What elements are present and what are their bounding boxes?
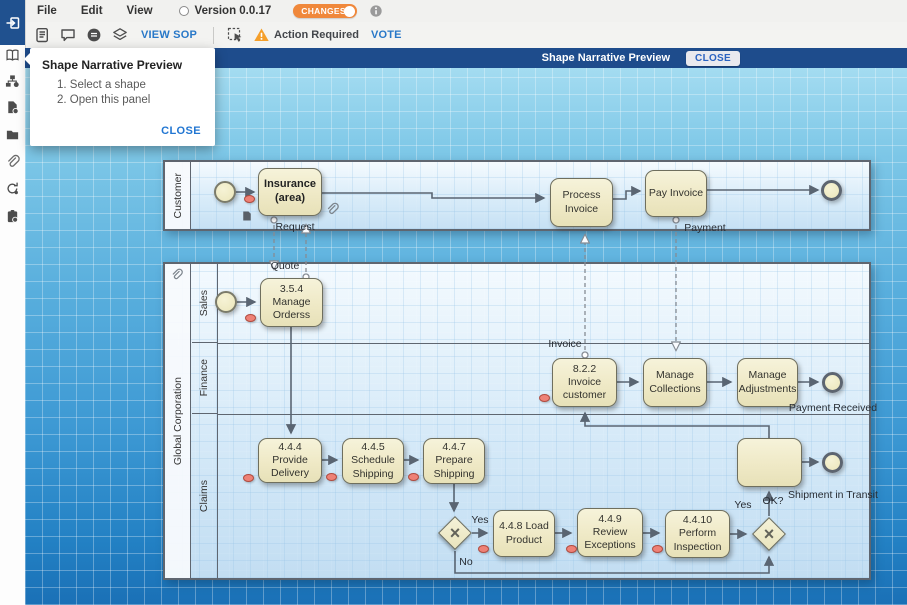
lane-claims-label-cell: Claims <box>192 414 218 578</box>
end-event-customer[interactable] <box>821 180 842 201</box>
menu-view[interactable]: View <box>115 5 165 17</box>
task-manage-adjustments[interactable]: Manage Adjustments <box>737 358 798 407</box>
flow-label-no: No <box>453 556 479 569</box>
export-panel-button[interactable] <box>0 0 25 45</box>
start-event-sales[interactable] <box>215 291 237 313</box>
status-badge <box>326 473 337 481</box>
status-badge <box>539 394 550 402</box>
task-manage-orders[interactable]: 3.5.4 Manage Orderss <box>260 278 323 327</box>
flow-label-payment-received: Payment Received <box>777 402 889 415</box>
panel-close-button[interactable]: CLOSE <box>686 51 740 66</box>
action-required-label: Action Required <box>274 29 359 41</box>
task-process-invoice[interactable]: Process Invoice <box>550 178 613 227</box>
status-badge <box>245 314 256 322</box>
lane-divider <box>218 414 870 415</box>
attachment-icon <box>325 202 339 221</box>
flow-label-yes2: Yes <box>729 499 757 512</box>
flow-label-payment: Payment <box>675 222 735 235</box>
task-manage-collections[interactable]: Manage Collections <box>643 358 707 407</box>
vote-button[interactable]: VOTE <box>371 29 402 41</box>
task-provide-delivery[interactable]: 4.4.4 Provide Delivery <box>258 438 322 483</box>
task-review-exceptions[interactable]: 4.4.9 Review Exceptions <box>577 508 643 557</box>
popup-step-1: 1. Select a shape <box>57 79 215 91</box>
lane-claims-label: Claims <box>198 480 210 512</box>
layers-icon[interactable] <box>111 26 129 44</box>
end-event-shipment[interactable] <box>822 452 843 473</box>
view-sop-button[interactable]: VIEW SOP <box>141 29 197 41</box>
process-map-icon[interactable] <box>5 74 20 89</box>
select-shape-icon[interactable] <box>226 26 244 44</box>
info-icon[interactable] <box>367 2 385 20</box>
task-invoice-customer[interactable]: 8.2.2 Invoice customer <box>552 358 617 407</box>
attachment-icon <box>170 268 183 281</box>
toolbar: VIEW SOP Action Required VOTE <box>25 22 907 49</box>
lane-label-column: Sales Finance Claims <box>192 264 218 578</box>
changes-toggle[interactable]: CHANGES <box>293 4 357 18</box>
changes-label: CHANGES <box>301 6 346 16</box>
status-badge <box>652 545 663 553</box>
clipboard-settings-icon[interactable] <box>5 209 20 224</box>
export-icon <box>5 15 21 31</box>
status-badge <box>243 474 254 482</box>
status-badge <box>244 195 255 203</box>
shape-narrative-icon[interactable] <box>5 48 20 63</box>
flow-label-quote: Quote <box>261 260 309 273</box>
task-insurance[interactable]: Insurance (area) <box>258 168 322 216</box>
flow-label-ok: OK? <box>757 495 789 508</box>
flow-label-request: Request <box>268 221 322 234</box>
start-event-customer[interactable] <box>214 181 236 203</box>
notes-icon[interactable] <box>33 26 51 44</box>
document-attachment-icon <box>241 209 253 227</box>
warning-icon <box>252 26 270 44</box>
left-sidebar <box>0 0 26 605</box>
link-icon[interactable] <box>5 154 20 169</box>
flow-label-yes: Yes <box>465 514 495 527</box>
flow-label-shipment-in-transit: Shipment in Transit <box>788 489 878 502</box>
pool-customer-label-strip: Customer <box>165 162 191 229</box>
version-label: Version 0.0.17 <box>195 5 272 17</box>
lane-finance-label: Finance <box>198 359 210 396</box>
document-settings-icon[interactable] <box>5 100 20 115</box>
task-load-product[interactable]: 4.4.8 Load Product <box>493 510 555 557</box>
shape-narrative-popup: Shape Narrative Preview 1. Select a shap… <box>30 48 215 146</box>
menu-bar: File Edit View Version 0.0.17 CHANGES <box>25 0 907 23</box>
pool-global-label: Global Corporation <box>172 377 184 465</box>
comment-icon[interactable] <box>59 26 77 44</box>
status-badge <box>408 473 419 481</box>
end-event-payment-received[interactable] <box>822 372 843 393</box>
bpmn-canvas[interactable]: Customer Global Corporation Sales Financ… <box>25 68 907 605</box>
task-schedule-shipping[interactable]: 4.4.5 Schedule Shipping <box>342 438 404 484</box>
status-badge <box>478 545 489 553</box>
lane-finance-label-cell: Finance <box>192 343 218 414</box>
gateway-x-icon: × <box>444 522 466 544</box>
folder-icon[interactable] <box>5 127 20 142</box>
popup-title: Shape Narrative Preview <box>30 48 215 79</box>
changes-toggle-knob <box>344 6 355 17</box>
gateway-x-icon: × <box>758 523 780 545</box>
task-prepare-shipping[interactable]: 4.4.7 Prepare Shipping <box>423 438 485 484</box>
menu-file[interactable]: File <box>25 5 69 17</box>
menu-edit[interactable]: Edit <box>69 5 115 17</box>
version-indicator[interactable]: Version 0.0.17 <box>179 5 272 17</box>
lane-sales-label: Sales <box>198 290 210 316</box>
flow-label-invoice: Invoice <box>537 338 593 351</box>
task-perform-inspection[interactable]: 4.4.10 Perform Inspection <box>665 510 730 558</box>
status-badge <box>566 545 577 553</box>
version-radio-icon <box>179 6 189 16</box>
pool-customer-label: Customer <box>172 173 184 219</box>
history-icon[interactable] <box>5 181 20 196</box>
panel-title: Shape Narrative Preview <box>542 52 670 64</box>
pool-global-label-strip: Global Corporation <box>165 264 191 578</box>
task-unlabeled[interactable] <box>737 438 802 487</box>
toolbar-separator <box>213 27 214 44</box>
popup-step-2: 2. Open this panel <box>57 94 215 106</box>
task-pay-invoice[interactable]: Pay Invoice <box>645 170 707 217</box>
lane-sales-label-cell: Sales <box>192 264 218 343</box>
discussion-icon[interactable] <box>85 26 103 44</box>
popup-close-button[interactable]: CLOSE <box>161 125 201 137</box>
